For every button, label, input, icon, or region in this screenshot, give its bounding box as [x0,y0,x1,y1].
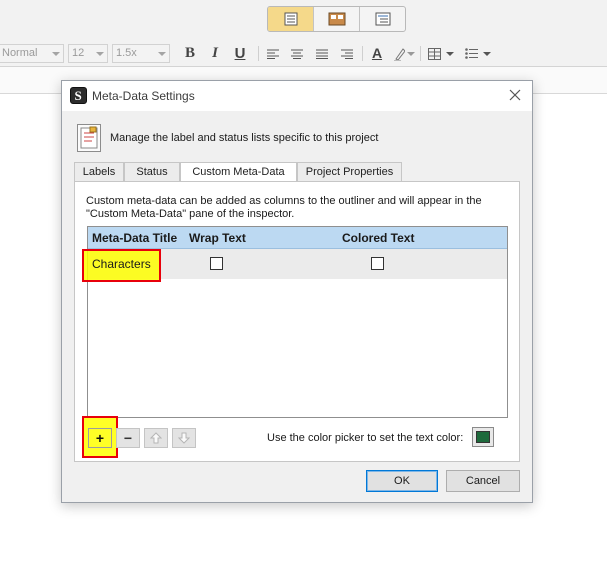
color-swatch-fill [476,431,490,443]
font-size-select[interactable]: 12 [68,44,108,63]
align-left-button[interactable] [266,44,280,63]
line-spacing-select[interactable]: 1.5x [112,44,170,63]
tab-custom-meta-data[interactable]: Custom Meta-Data [180,162,297,183]
text-color-icon: A [371,45,383,61]
bold-button[interactable]: B [182,44,198,63]
minus-icon: − [123,430,133,446]
align-justify-button[interactable] [315,44,329,63]
colored-text-checkbox[interactable] [371,257,384,270]
column-header-wrap-text[interactable]: Wrap Text [189,231,246,245]
paragraph-style-select[interactable]: Normal [0,44,64,63]
close-button[interactable] [508,88,522,102]
corkboard-view-button[interactable] [314,7,360,31]
toolbar-divider [362,46,363,61]
dialog-title: Meta-Data Settings [92,89,195,103]
table-button[interactable] [426,44,456,63]
view-mode-group [267,6,406,32]
toolbar-divider [258,46,259,61]
dialog-titlebar: S Meta-Data Settings [62,81,532,111]
toolbar-divider [420,46,421,61]
align-left-icon [267,49,279,59]
list-button[interactable] [462,44,494,63]
plus-icon: + [95,430,105,446]
align-center-icon [291,49,303,59]
meta-data-settings-dialog: S Meta-Data Settings Manage the label an… [61,80,533,503]
table-icon [428,47,441,60]
svg-text:S: S [75,88,82,103]
tab-status[interactable]: Status [124,162,180,182]
highlight-color-button[interactable] [393,44,415,63]
text-color-picker[interactable] [472,427,494,447]
add-field-button[interactable]: + [88,428,112,448]
meta-data-title-cell[interactable]: Characters [92,257,151,271]
meta-data-settings-icon [77,124,101,152]
align-right-icon [341,49,353,59]
column-header-colored-text[interactable]: Colored Text [342,231,414,245]
line-spacing-value: 1.5x [116,47,137,59]
italic-button[interactable]: I [207,44,223,63]
align-center-button[interactable] [290,44,304,63]
column-header-title[interactable]: Meta-Data Title [92,231,177,245]
list-icon [465,48,478,59]
chevron-down-icon [407,51,415,56]
tab-labels[interactable]: Labels [74,162,124,182]
table-header: Meta-Data Title Wrap Text Colored Text [88,227,507,249]
outliner-icon [375,12,391,26]
font-size-value: 12 [72,47,85,59]
scrivener-app-icon: S [70,87,87,104]
chevron-down-icon [483,51,491,56]
arrow-down-icon [178,432,190,444]
arrow-up-icon [150,432,162,444]
chevron-down-icon [158,52,166,56]
chevron-down-icon [52,52,60,56]
ok-button[interactable]: OK [366,470,438,492]
color-picker-label: Use the color picker to set the text col… [267,432,464,444]
corkboard-icon [328,12,345,26]
chevron-down-icon [446,51,454,56]
paragraph-style-value: Normal [2,47,38,59]
underline-button[interactable]: U [232,44,248,63]
close-icon [509,89,521,101]
custom-meta-data-description: Custom meta-data can be added as columns… [86,195,482,220]
highlighter-icon [394,47,405,61]
align-justify-icon [316,49,328,59]
format-bar: Normal 12 1.5x B I U A [0,40,607,67]
wrap-text-checkbox[interactable] [210,257,223,270]
meta-data-table: Meta-Data Title Wrap Text Colored Text C… [82,226,508,418]
table-row[interactable]: Characters [82,249,507,282]
move-up-button[interactable] [144,428,168,448]
scrivenings-view-button[interactable] [268,7,314,31]
custom-meta-data-panel: Custom meta-data can be added as columns… [74,181,520,462]
move-down-button[interactable] [172,428,196,448]
document-view-icon [284,12,297,26]
align-right-button[interactable] [340,44,354,63]
cancel-button[interactable]: Cancel [446,470,520,492]
dialog-intro-text: Manage the label and status lists specif… [110,132,379,144]
outliner-view-button[interactable] [360,7,405,31]
chevron-down-icon [96,52,104,56]
remove-field-button[interactable]: − [116,428,140,448]
text-color-button[interactable]: A [368,44,386,63]
tab-project-properties[interactable]: Project Properties [297,162,402,182]
